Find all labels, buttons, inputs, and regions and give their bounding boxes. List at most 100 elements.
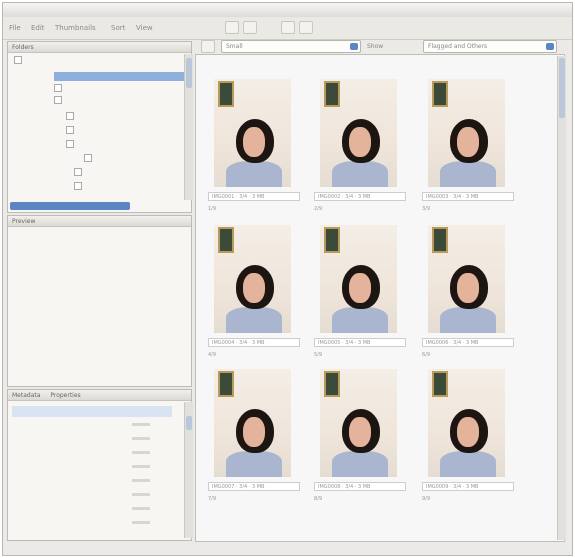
- portrait-photo: [428, 225, 505, 333]
- show-label: Show: [367, 43, 384, 50]
- tree-item[interactable]: [66, 140, 76, 149]
- portrait-shirt: [332, 307, 388, 333]
- menu-view[interactable]: View: [136, 24, 153, 32]
- thumbnail-card[interactable]: IMG0009 · 3/4 · 3 MB 9/9: [418, 369, 520, 511]
- thumbnail-card[interactable]: IMG0002 · 3/4 · 3 MB 2/9: [310, 79, 412, 221]
- thumbnail-card[interactable]: IMG0003 · 3/4 · 3 MB 3/9: [418, 79, 520, 221]
- metadata-row: [12, 420, 172, 431]
- scroll-thumb[interactable]: [186, 416, 192, 430]
- portrait-face: [243, 273, 265, 303]
- metadata-row: [12, 448, 172, 459]
- metadata-row: [12, 504, 172, 515]
- tree-item[interactable]: [74, 182, 84, 191]
- tree-item[interactable]: [84, 154, 94, 163]
- portrait-photo: [214, 225, 291, 333]
- zoom-icon[interactable]: [201, 40, 215, 53]
- thumbnail-grid: IMG0001 · 3/4 · 3 MB 1/9 IMG0002 · 3/4 · 3…: [195, 54, 565, 542]
- scroll-thumb[interactable]: [186, 58, 192, 88]
- thumbnail-caption: IMG0003 · 3/4 · 3 MB: [422, 192, 514, 201]
- title-bar: [3, 3, 572, 18]
- tree-item[interactable]: [54, 84, 64, 93]
- picture-frame: [324, 371, 340, 397]
- metadata-row: [12, 462, 172, 473]
- image-icon[interactable]: [281, 21, 295, 34]
- portrait-photo: [428, 79, 505, 187]
- thumbnail-caption: IMG0001 · 3/4 · 3 MB: [208, 192, 300, 201]
- thumbnail-card[interactable]: IMG0006 · 3/4 · 3 MB 6/9: [418, 225, 520, 367]
- folder-icon: [54, 96, 62, 104]
- portrait-face: [349, 273, 371, 303]
- portrait-face: [243, 417, 265, 447]
- thumbnail-card[interactable]: IMG0008 · 3/4 · 3 MB 8/9: [310, 369, 412, 511]
- folders-scrollbar[interactable]: [184, 54, 193, 200]
- portrait-face: [243, 127, 265, 157]
- thumbnail-card[interactable]: IMG0007 · 3/4 · 3 MB 7/9: [204, 369, 306, 511]
- filter-value: Flagged and Others: [428, 43, 488, 50]
- folder-icon: [66, 112, 74, 120]
- thumbnail-index: 4/9: [208, 352, 217, 358]
- filter-combo[interactable]: Flagged and Others: [423, 40, 557, 53]
- preview-panel-header: Preview: [8, 216, 191, 227]
- portrait-shirt: [332, 161, 388, 187]
- view-toolbar: Small Show Flagged and Others: [195, 40, 565, 54]
- tab-metadata[interactable]: Metadata: [12, 392, 40, 399]
- metadata-row: [12, 476, 172, 487]
- picture-frame: [324, 81, 340, 107]
- menu-file[interactable]: File: [9, 24, 21, 32]
- portrait-photo: [214, 79, 291, 187]
- tree-item[interactable]: [54, 96, 64, 105]
- thumbnail-card[interactable]: IMG0001 · 3/4 · 3 MB 1/9: [204, 79, 306, 221]
- menu-edit[interactable]: Edit: [31, 24, 45, 32]
- menu-thumbnails[interactable]: Thumbnails: [55, 24, 96, 32]
- thumbnail-index: 8/9: [314, 496, 323, 502]
- thumbnail-caption: IMG0004 · 3/4 · 3 MB: [208, 338, 300, 347]
- picture-frame: [218, 81, 234, 107]
- thumbnail-card[interactable]: IMG0004 · 3/4 · 3 MB 4/9: [204, 225, 306, 367]
- portrait-face: [349, 127, 371, 157]
- tab-properties[interactable]: Properties: [50, 392, 80, 399]
- forward-button[interactable]: [243, 21, 257, 34]
- tree-item[interactable]: [66, 126, 76, 135]
- metadata-scrollbar[interactable]: [184, 402, 193, 538]
- portrait-shirt: [226, 307, 282, 333]
- rotate-button[interactable]: [299, 21, 313, 34]
- folder-icon: [66, 140, 74, 148]
- zoom-value: Small: [226, 43, 243, 50]
- portrait-shirt: [440, 451, 496, 477]
- portrait-photo: [320, 225, 397, 333]
- picture-frame: [324, 227, 340, 253]
- metadata-row: [12, 518, 172, 529]
- thumbnail-index: 6/9: [422, 352, 431, 358]
- folders-panel-header: Folders: [8, 42, 191, 53]
- metadata-group-row[interactable]: [12, 406, 172, 417]
- horizontal-scrollbar[interactable]: [10, 202, 130, 210]
- tree-item[interactable]: [66, 112, 76, 121]
- portrait-photo: [428, 369, 505, 477]
- back-button[interactable]: [225, 21, 239, 34]
- thumbnail-caption: IMG0007 · 3/4 · 3 MB: [208, 482, 300, 491]
- picture-frame: [432, 81, 448, 107]
- metadata-panel: Metadata Properties: [7, 389, 193, 541]
- portrait-shirt: [226, 161, 282, 187]
- thumbnail-index: 1/9: [208, 206, 217, 212]
- thumbnail-card[interactable]: IMG0005 · 3/4 · 3 MB 5/9: [310, 225, 412, 367]
- metadata-row: [12, 434, 172, 445]
- portrait-face: [349, 417, 371, 447]
- picture-frame: [218, 227, 234, 253]
- scroll-thumb[interactable]: [559, 58, 565, 118]
- portrait-shirt: [440, 161, 496, 187]
- portrait-photo: [320, 79, 397, 187]
- chevron-down-icon: [350, 43, 358, 50]
- thumbnail-caption: IMG0008 · 3/4 · 3 MB: [314, 482, 406, 491]
- thumbnail-caption: IMG0009 · 3/4 · 3 MB: [422, 482, 514, 491]
- zoom-combo[interactable]: Small: [221, 40, 361, 53]
- tree-item-selected[interactable]: [54, 72, 184, 81]
- tree-root[interactable]: [14, 56, 24, 65]
- tree-item[interactable]: [74, 168, 84, 177]
- menu-sort[interactable]: Sort: [111, 24, 125, 32]
- folder-icon: [66, 126, 74, 134]
- thumbnail-index: 5/9: [314, 352, 323, 358]
- thumbnail-caption: IMG0005 · 3/4 · 3 MB: [314, 338, 406, 347]
- grid-scrollbar[interactable]: [557, 56, 566, 540]
- portrait-face: [457, 127, 479, 157]
